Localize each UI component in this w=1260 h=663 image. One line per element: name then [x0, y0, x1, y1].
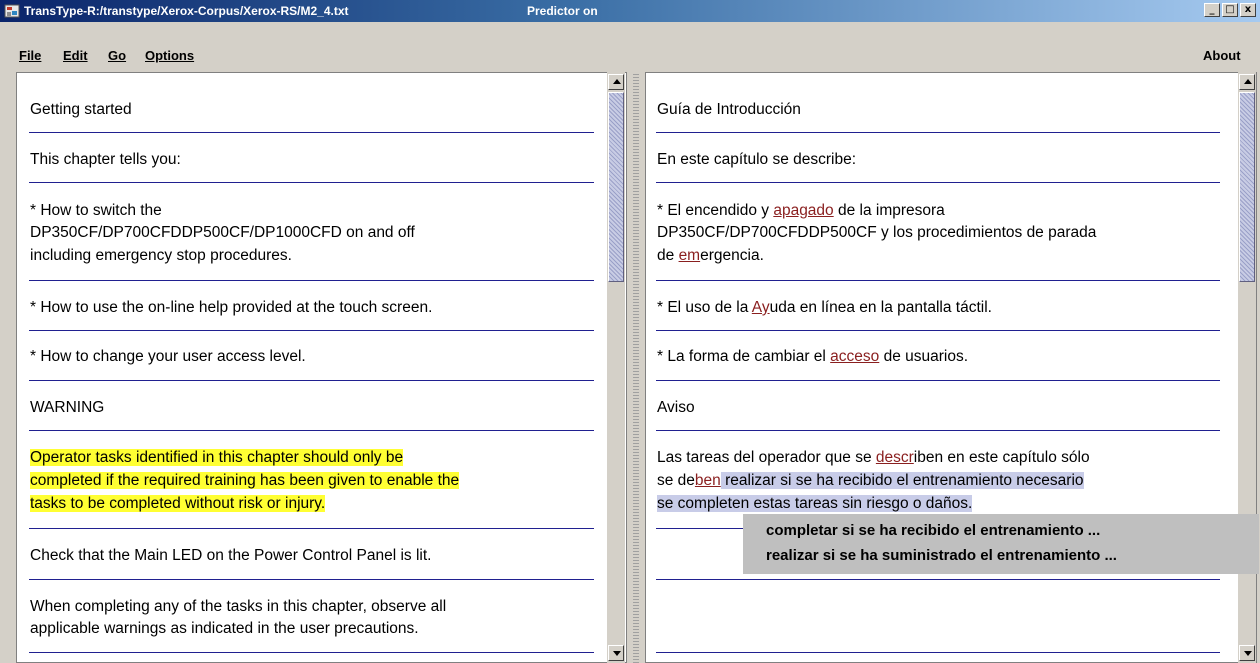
scroll-up-arrow-icon[interactable] [608, 74, 624, 90]
target-segment-2[interactable]: En este capítulo se describe: [657, 150, 856, 170]
source-segment-4[interactable]: * How to use the on-line help provided a… [30, 298, 432, 318]
segment-divider [29, 132, 594, 133]
target-text: se de [657, 472, 695, 489]
target-segment-3-line-2[interactable]: DP350CF/DP700CFDDP500CF y los procedimie… [657, 223, 1096, 243]
marked-word: ben [694, 472, 721, 489]
segment-divider [29, 182, 594, 183]
segment-divider [29, 579, 594, 580]
completion-popup: completar si se ha recibido el entrenami… [743, 514, 1259, 574]
window-title: TransType-R:/transtype/Xerox-Corpus/Xero… [24, 4, 349, 18]
segment-divider [656, 182, 1220, 183]
target-segment-7-line-2[interactable]: se deben realizar si se ha recibido el e… [657, 471, 1084, 491]
target-text: Las tareas del operador que se [657, 449, 876, 466]
scroll-down-arrow-icon[interactable] [608, 645, 624, 661]
source-segment-2[interactable]: This chapter tells you: [30, 150, 181, 170]
current-source-highlight: completed if the required training has b… [30, 472, 460, 489]
prediction-highlight: se completen estas tareas sin riesgo o d… [657, 495, 973, 512]
menu-go-label: Go [108, 48, 127, 63]
menu-file[interactable]: File [19, 48, 41, 63]
target-text: de usuarios. [879, 348, 969, 365]
segment-divider [29, 430, 594, 431]
source-scrollbar[interactable] [607, 72, 625, 663]
app-icon [4, 4, 20, 18]
segment-divider [29, 280, 594, 281]
maximize-button[interactable]: □ [1222, 3, 1238, 17]
source-segment-3-line-1[interactable]: * How to switch the [30, 201, 162, 221]
scroll-thumb[interactable] [1239, 92, 1255, 282]
source-segment-8[interactable]: Check that the Main LED on the Power Con… [30, 546, 431, 566]
target-segment-3-line-3[interactable]: de emergencia. [657, 246, 764, 266]
title-bar: TransType-R:/transtype/Xerox-Corpus/Xero… [0, 0, 1260, 22]
source-segment-9-line-2[interactable]: applicable warnings as indicated in the … [30, 619, 419, 639]
target-segment-7-line-1[interactable]: Las tareas del operador que se describen… [657, 448, 1090, 468]
source-segment-5[interactable]: * How to change your user access level. [30, 347, 306, 367]
source-segment-1[interactable]: Getting started [30, 100, 132, 120]
target-text: de [657, 247, 679, 264]
segment-divider [656, 430, 1220, 431]
target-text: de la impresora [833, 202, 945, 219]
segment-divider [29, 380, 594, 381]
marked-word: acceso [830, 348, 880, 365]
target-text: ergencia. [700, 247, 764, 264]
marked-word: descr [875, 449, 914, 466]
segment-divider [656, 652, 1220, 653]
menu-about[interactable]: About [1203, 48, 1241, 63]
menu-options-label: Options [145, 48, 195, 63]
completion-option[interactable]: realizar si se ha suministrado el entren… [766, 543, 1259, 568]
target-text: uda en línea en la pantalla táctil. [769, 299, 992, 316]
segment-divider [29, 528, 594, 529]
close-button[interactable]: x [1240, 3, 1256, 17]
source-segment-7-line-3[interactable]: tasks to be completed without risk or in… [30, 494, 326, 514]
window-controls: _ □ x [1204, 3, 1256, 17]
target-text: iben en este capítulo sólo [913, 449, 1090, 466]
predictor-status: Predictor on [527, 4, 598, 18]
segment-divider [29, 652, 594, 653]
marked-word: em [678, 247, 701, 264]
source-segment-9-line-1[interactable]: When completing any of the tasks in this… [30, 597, 446, 617]
menu-file-label: File [19, 48, 42, 63]
marked-word: apagado [773, 202, 834, 219]
source-segment-3-line-2[interactable]: DP350CF/DP700CFDDP500CF/DP1000CFD on and… [30, 223, 415, 243]
target-text: * La forma de cambiar el [657, 348, 831, 365]
current-source-highlight: tasks to be completed without risk or in… [30, 495, 326, 512]
source-segment-6[interactable]: WARNING [30, 398, 104, 418]
target-text: * El uso de la [657, 299, 752, 316]
target-segment-5[interactable]: * La forma de cambiar el acceso de usuar… [657, 347, 968, 367]
source-segment-3-line-3[interactable]: including emergency stop procedures. [30, 246, 292, 266]
target-segment-6[interactable]: Aviso [657, 398, 695, 418]
menu-edit-label: Edit [63, 48, 88, 63]
segment-divider [656, 380, 1220, 381]
scroll-thumb[interactable] [608, 92, 624, 282]
prediction-highlight: realizar si se ha recibido el entrenamie… [720, 472, 1084, 489]
pane-splitter[interactable] [627, 72, 645, 663]
segment-divider [656, 132, 1220, 133]
completion-option[interactable]: completar si se ha recibido el entrenami… [766, 518, 1259, 543]
target-segment-7-line-3[interactable]: se completen estas tareas sin riesgo o d… [657, 494, 973, 514]
marked-word: Ay [751, 299, 770, 316]
source-segment-7-line-1[interactable]: Operator tasks identified in this chapte… [30, 448, 404, 468]
scroll-up-arrow-icon[interactable] [1239, 74, 1255, 90]
target-segment-3-line-1[interactable]: * El encendido y apagado de la impresora [657, 201, 945, 221]
target-text: * El encendido y [657, 202, 774, 219]
menu-go[interactable]: Go [108, 48, 126, 63]
splitter-grip [633, 72, 639, 663]
segment-divider [29, 330, 594, 331]
scroll-down-arrow-icon[interactable] [1239, 645, 1255, 661]
minimize-button[interactable]: _ [1204, 3, 1220, 17]
source-segment-7-line-2[interactable]: completed if the required training has b… [30, 471, 460, 491]
target-segment-4[interactable]: * El uso de la Ayuda en línea en la pant… [657, 298, 992, 318]
menu-edit[interactable]: Edit [63, 48, 88, 63]
target-scrollbar[interactable] [1238, 72, 1256, 663]
segment-divider [656, 579, 1220, 580]
current-source-highlight: Operator tasks identified in this chapte… [30, 449, 404, 466]
target-segment-1[interactable]: Guía de Introducción [657, 100, 801, 120]
segment-divider [656, 330, 1220, 331]
menu-options[interactable]: Options [145, 48, 194, 63]
segment-divider [656, 280, 1220, 281]
